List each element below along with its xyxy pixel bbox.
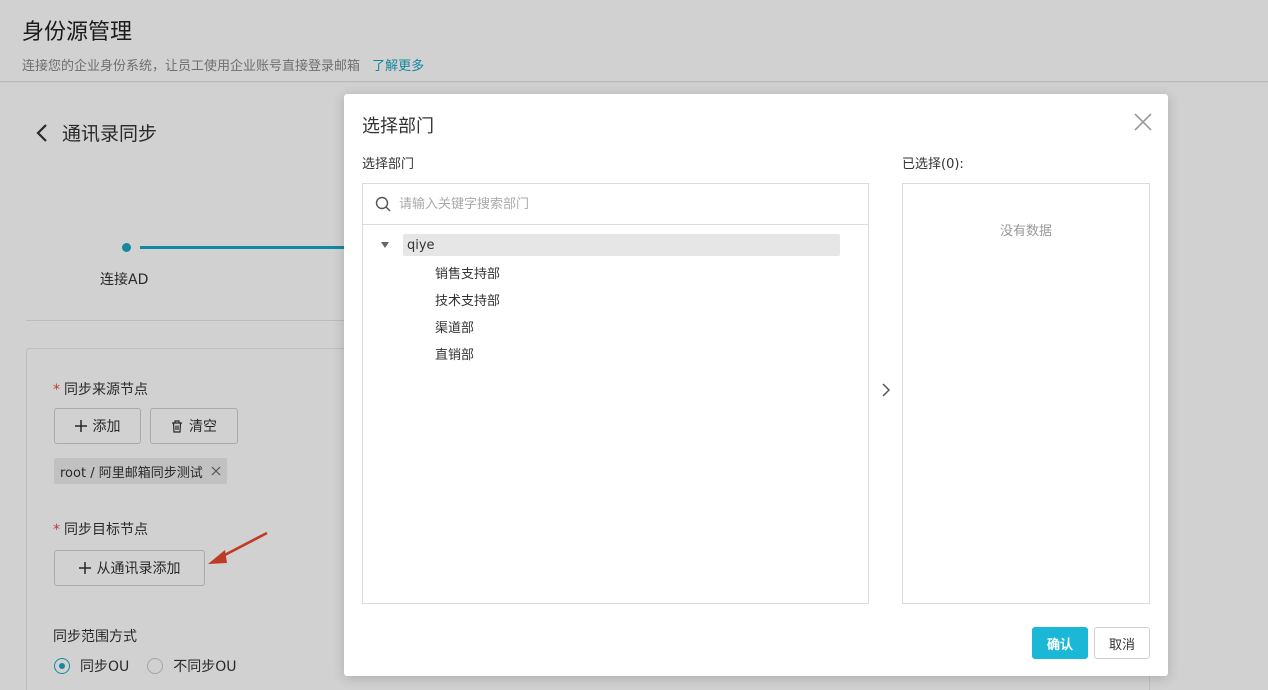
search-input[interactable]: [399, 196, 839, 212]
tree-node-child[interactable]: 销售支持部: [435, 263, 500, 282]
caret-down-icon[interactable]: [381, 242, 389, 248]
tree-node-child[interactable]: 技术支持部: [435, 290, 500, 309]
confirm-button[interactable]: 确认: [1032, 627, 1088, 659]
tree-node-child[interactable]: 渠道部: [435, 317, 474, 336]
tree-node-child[interactable]: 直销部: [435, 344, 474, 363]
tree-node-root[interactable]: qiye: [403, 234, 840, 256]
cancel-button[interactable]: 取消: [1094, 627, 1150, 659]
search-icon: [375, 196, 391, 212]
left-panel-label: 选择部门: [362, 157, 415, 172]
selected-panel: 没有数据: [902, 183, 1150, 604]
modal-title: 选择部门: [362, 116, 434, 137]
right-panel-label: 已选择(0):: [902, 157, 964, 172]
close-icon[interactable]: [1132, 111, 1154, 133]
empty-state-text: 没有数据: [999, 224, 1052, 239]
department-tree-panel: qiye 销售支持部 技术支持部 渠道部 直销部: [362, 183, 869, 604]
search-box: [363, 184, 868, 225]
select-department-modal: 选择部门 选择部门 已选择(0): qiye 销售支持部 技术支持部 渠道部 直…: [344, 94, 1168, 676]
chevron-right-icon[interactable]: [880, 381, 892, 399]
